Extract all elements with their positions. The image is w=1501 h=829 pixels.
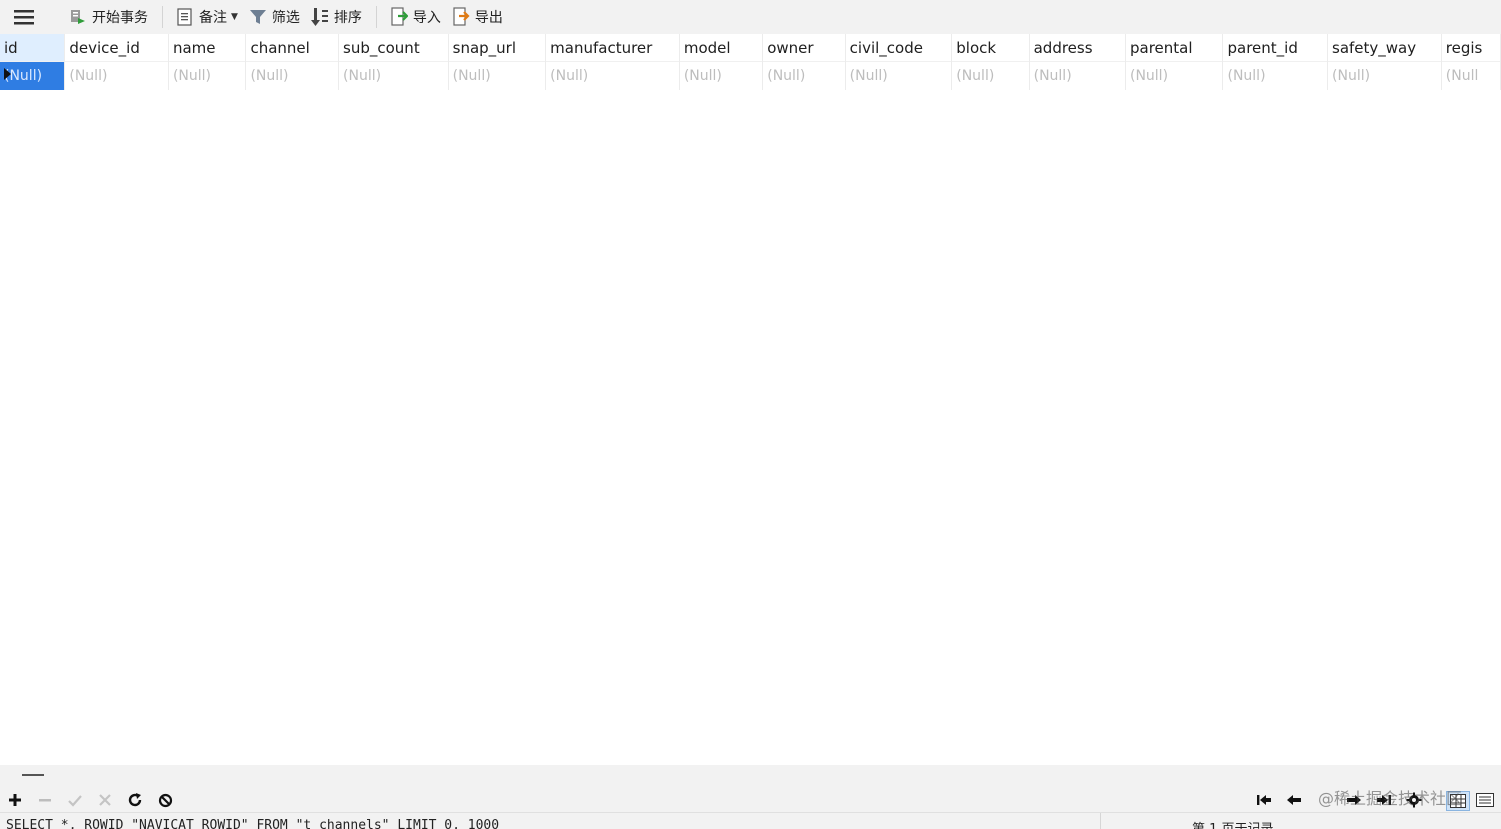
column-header[interactable]: owner xyxy=(762,34,846,62)
column-header[interactable]: channel xyxy=(245,34,340,62)
page-info: 第 1 页于记录 xyxy=(1192,818,1274,829)
column-header[interactable]: block xyxy=(951,34,1030,62)
previous-page-icon[interactable] xyxy=(1285,791,1303,809)
import-button[interactable]: 导入 xyxy=(389,4,441,30)
transaction-icon xyxy=(68,7,88,27)
filter-label: 筛选 xyxy=(271,10,300,26)
table-row[interactable]: (Null) (Null) (Null) (Null) (Null) (Null… xyxy=(0,61,1501,90)
toolbar-divider xyxy=(375,6,377,28)
table-cell[interactable]: (Null) xyxy=(845,61,953,90)
import-icon xyxy=(389,7,409,27)
column-header[interactable]: id xyxy=(0,34,66,62)
filter-icon xyxy=(248,7,268,27)
form-view-icon[interactable] xyxy=(1474,791,1496,809)
table-cell[interactable]: (Null) xyxy=(168,61,247,90)
sql-query-text: SELECT *, ROWID "NAVICAT_ROWID" FROM "t_… xyxy=(6,818,500,829)
chevron-down-icon[interactable]: ▼ xyxy=(231,12,238,22)
discard-changes-icon[interactable] xyxy=(96,791,114,809)
table-cell[interactable]: (Null) xyxy=(1125,61,1224,90)
column-header[interactable]: civil_code xyxy=(845,34,953,62)
note-label: 备注 xyxy=(199,10,227,26)
table-cell[interactable]: (Null) xyxy=(448,61,547,90)
sort-icon xyxy=(310,7,330,27)
column-header[interactable]: device_id xyxy=(64,34,169,62)
begin-transaction-label: 开始事务 xyxy=(92,10,148,26)
data-grid[interactable]: id device_id name channel sub_count snap… xyxy=(0,34,1501,90)
filter-button[interactable]: 筛选 xyxy=(248,4,300,30)
column-header[interactable]: regis xyxy=(1441,34,1501,62)
column-header[interactable]: manufacturer xyxy=(545,34,680,62)
status-divider xyxy=(1100,813,1101,829)
delete-record-icon[interactable] xyxy=(36,791,54,809)
export-label: 导出 xyxy=(474,10,503,26)
note-icon xyxy=(175,7,195,27)
column-header[interactable]: model xyxy=(679,34,764,62)
status-bar: SELECT *, ROWID "NAVICAT_ROWID" FROM "t_… xyxy=(0,812,1501,829)
add-record-icon[interactable] xyxy=(6,791,24,809)
column-header[interactable]: name xyxy=(168,34,247,62)
sort-button[interactable]: 排序 xyxy=(310,4,362,30)
column-header[interactable]: parent_id xyxy=(1222,34,1329,62)
export-icon xyxy=(451,7,471,27)
table-cell[interactable]: (Null) xyxy=(64,61,169,90)
record-toolbar xyxy=(0,765,1501,812)
table-cell[interactable]: (Null) xyxy=(951,61,1030,90)
toolbar: 开始事务 备注 ▼ 筛选 排序 导入 导出 xyxy=(0,0,1501,34)
table-cell[interactable]: (Null) xyxy=(762,61,846,90)
column-header[interactable]: address xyxy=(1029,34,1126,62)
table-cell[interactable]: (Null xyxy=(1441,61,1501,90)
table-cell[interactable]: (Null) xyxy=(1029,61,1126,90)
table-cell[interactable]: (Null) xyxy=(1222,61,1329,90)
table-cell[interactable]: (Null) xyxy=(1327,61,1442,90)
watermark: @稀土掘金技术社区 xyxy=(1318,789,1463,808)
splitter-handle[interactable] xyxy=(22,774,44,776)
column-header[interactable]: parental xyxy=(1125,34,1224,62)
sort-label: 排序 xyxy=(333,10,362,26)
table-cell[interactable]: (Null) xyxy=(338,61,449,90)
first-page-icon[interactable] xyxy=(1255,791,1273,809)
column-header[interactable]: snap_url xyxy=(448,34,547,62)
stop-icon[interactable] xyxy=(156,791,174,809)
import-label: 导入 xyxy=(412,10,441,26)
toolbar-divider xyxy=(162,6,163,28)
begin-transaction-button[interactable]: 开始事务 xyxy=(68,4,148,30)
table-cell[interactable]: (Null) xyxy=(245,61,340,90)
apply-changes-icon[interactable] xyxy=(66,791,84,809)
header-row: id device_id name channel sub_count snap… xyxy=(0,34,1501,62)
data-table: id device_id name channel sub_count snap… xyxy=(0,34,1501,90)
table-cell[interactable]: (Null) xyxy=(679,61,764,90)
column-header[interactable]: safety_way xyxy=(1327,34,1442,62)
note-button[interactable]: 备注 ▼ xyxy=(175,4,238,30)
table-cell[interactable]: (Null) xyxy=(545,61,680,90)
column-header[interactable]: sub_count xyxy=(338,34,449,62)
hamburger-menu-icon[interactable] xyxy=(14,8,36,26)
export-button[interactable]: 导出 xyxy=(451,4,503,30)
current-row-marker-icon xyxy=(4,68,11,80)
refresh-icon[interactable] xyxy=(126,791,144,809)
